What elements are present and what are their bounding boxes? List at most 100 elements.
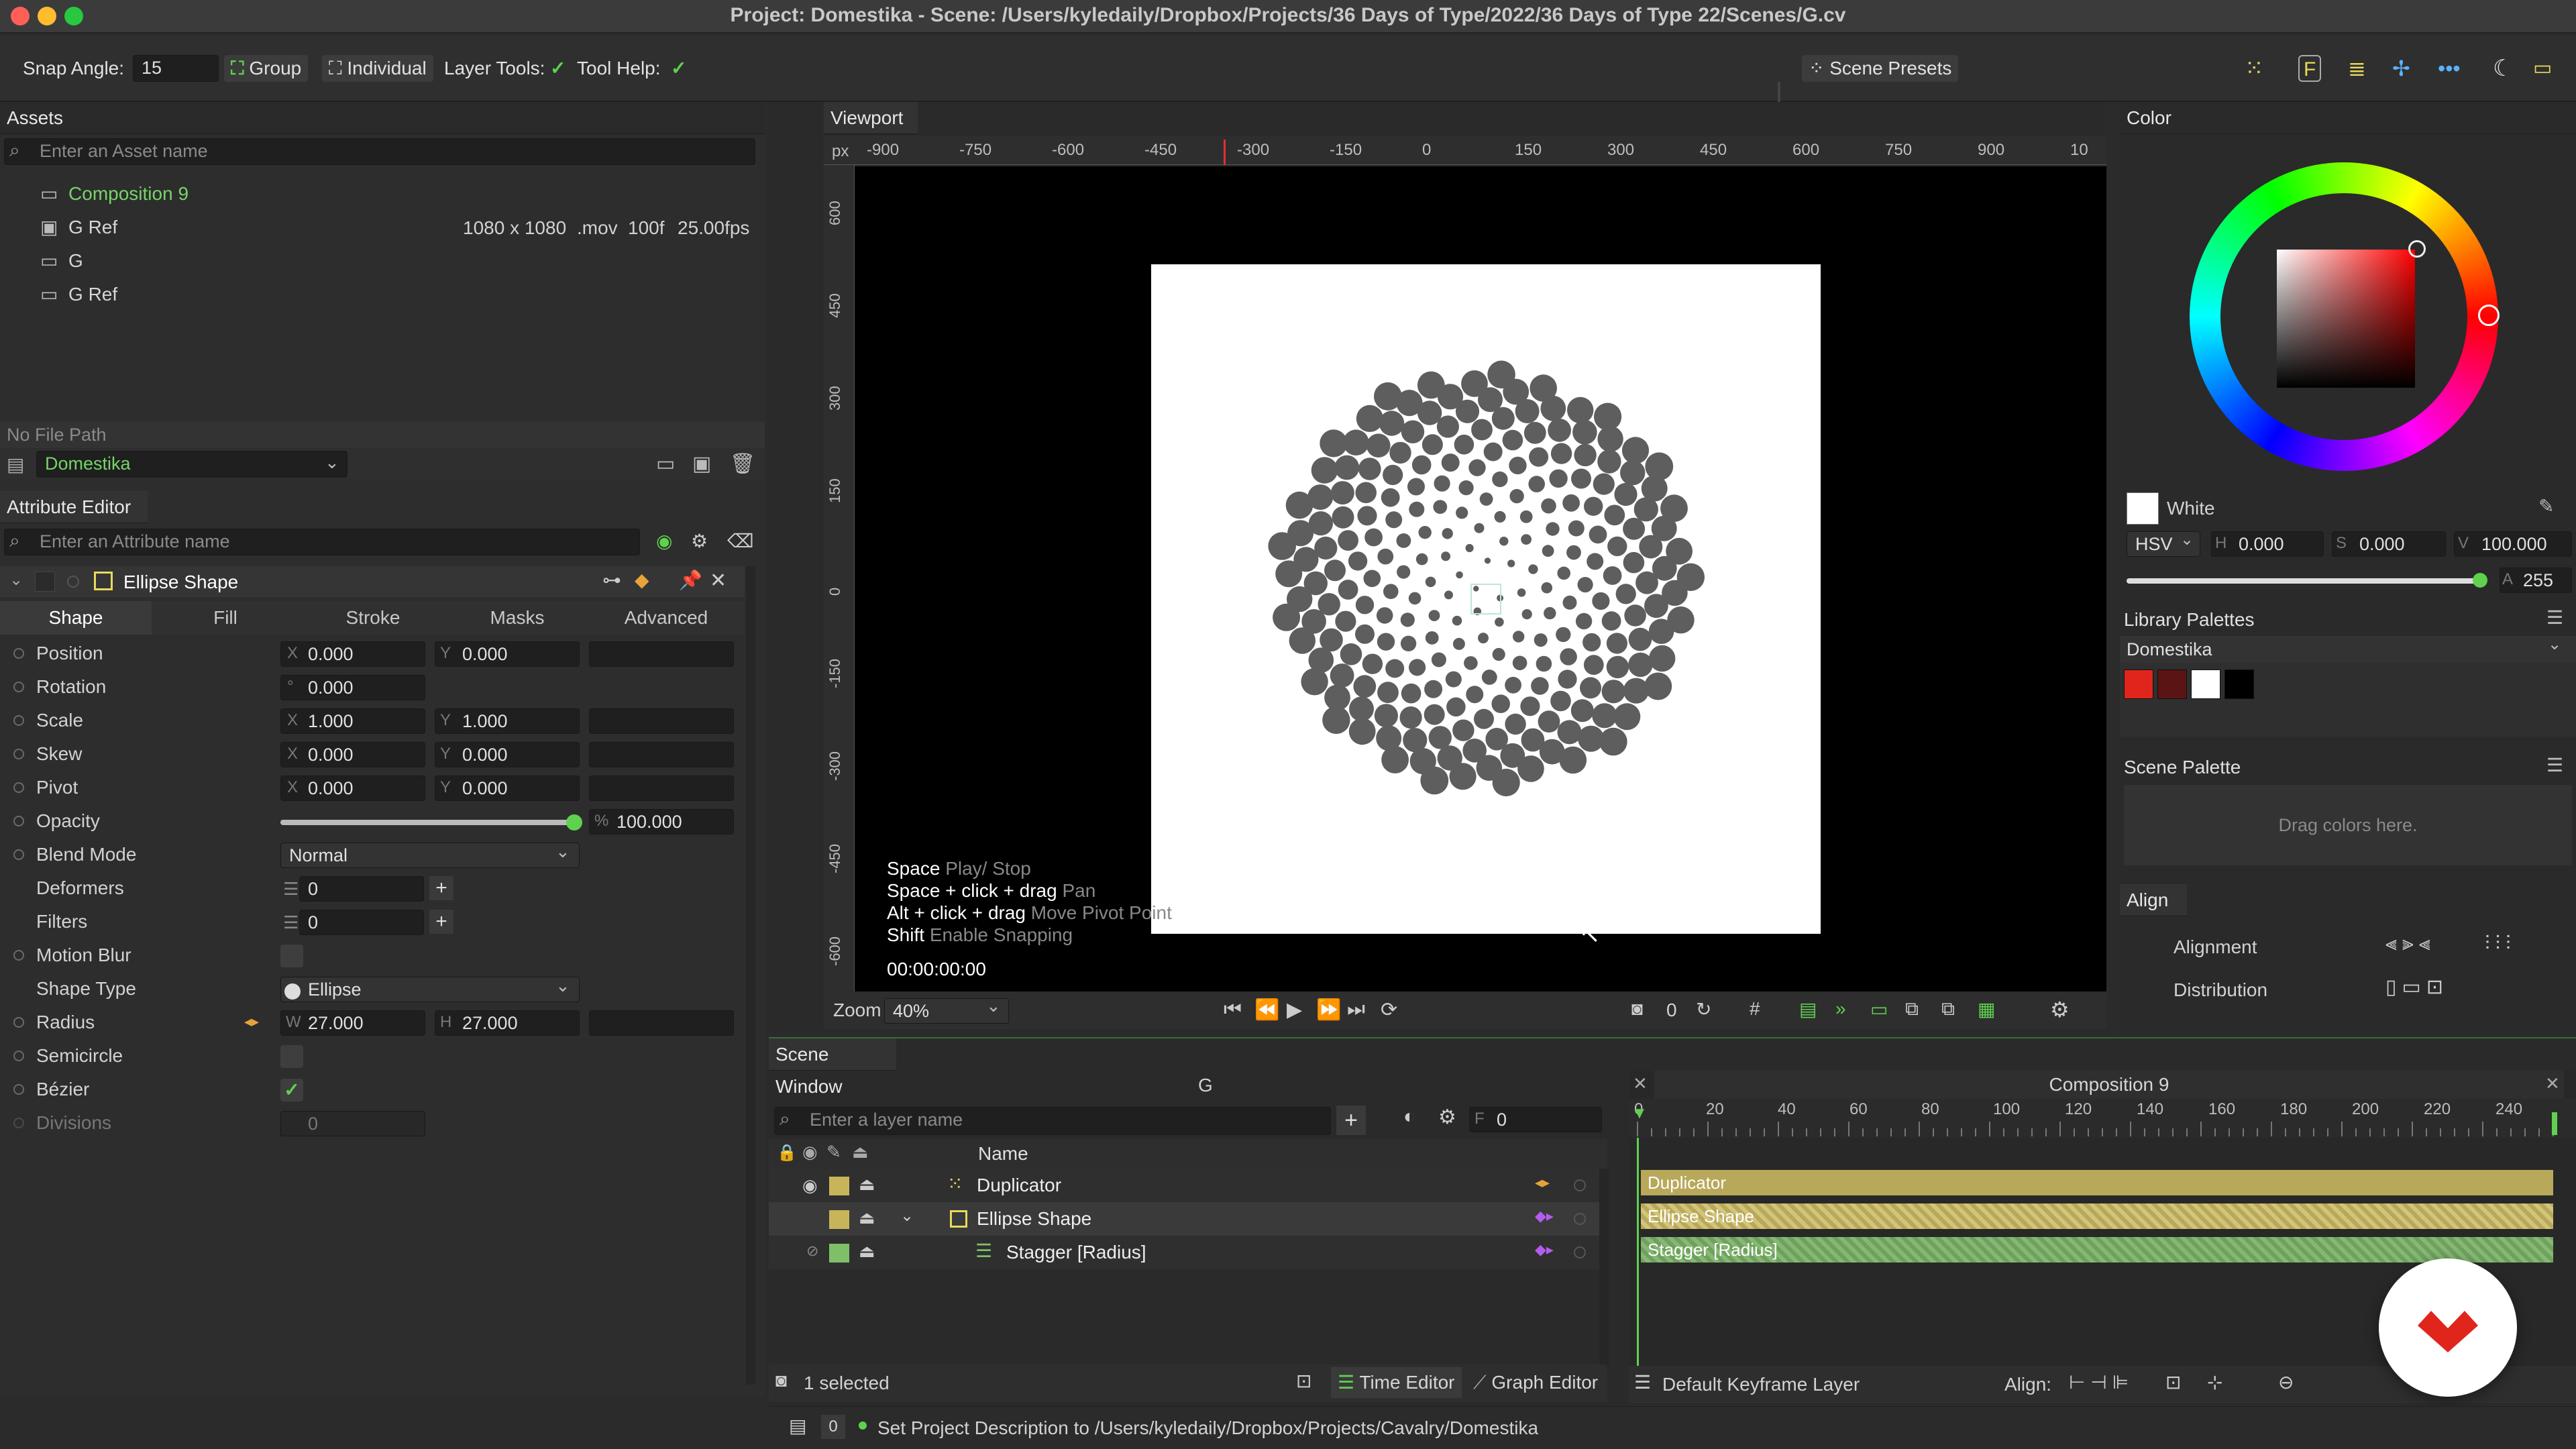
hue-handle[interactable] [2478,305,2500,326]
add-filter-button[interactable]: + [429,910,453,934]
skew-x-input[interactable]: 0.000 [280,742,425,767]
opacity-slider-track[interactable] [280,814,582,830]
align-vertical-icons[interactable]: ⫶⫶⫶ [2485,932,2516,955]
individual-toggle[interactable]: ⛶ Individual [322,55,433,82]
layer-color-chip[interactable] [35,572,55,592]
guides-icon[interactable]: ▤ [1799,998,1817,1020]
keyframe-connection-icon[interactable]: ◆▸ [1535,1208,1554,1225]
layer-color-chip[interactable] [829,1210,849,1229]
overlay-icon[interactable]: ⧉ [1905,998,1919,1020]
keyframe-toggle[interactable] [13,648,24,659]
tool-help-icon[interactable]: F [2298,55,2322,82]
path-dots-icon[interactable]: ••• [2438,55,2461,82]
alpha-slider-handle[interactable] [2473,573,2487,588]
visibility-icon[interactable]: ◉ [802,1175,818,1196]
shapes-filter-icon[interactable]: ◐ [1403,1106,1415,1128]
timeline-align-icons[interactable]: ⊢⊣⊫ [2069,1371,2134,1393]
layer-tools-checkbox[interactable]: ✓ [550,55,566,82]
keyframe-toggle[interactable] [13,950,24,961]
tab-shape[interactable]: Shape [0,601,152,635]
palette-swatch[interactable] [2191,669,2220,699]
graph-editor-button[interactable]: ⟋ Graph Editor [1466,1367,1605,1398]
pen-icon[interactable]: ✎ [826,1142,841,1163]
align-bars-icon[interactable]: ≣ [2348,55,2366,82]
filter-icon[interactable]: ⚙ [691,530,708,552]
step-forward-icon[interactable]: ⏩ [1316,998,1341,1022]
track-ellipse-shape[interactable]: Ellipse Shape [1641,1203,2553,1229]
radius-w-input[interactable]: 27.000 [280,1010,425,1036]
layer-search-input[interactable]: Enter a layer name [774,1107,1331,1135]
saturation-input[interactable]: 0.000 [2332,531,2446,557]
attribute-editor-tab[interactable]: Attribute Editor [0,491,148,523]
new-composition-icon[interactable]: ▣ [692,452,711,476]
viewport-canvas[interactable]: Space Play/ Stop Space + click + drag Pa… [855,166,2106,991]
eyedropper-icon[interactable]: ✎ [2538,495,2554,517]
scene-palette-dropzone[interactable]: Drag colors here. [2124,785,2572,865]
visibility-icon[interactable]: ◉ [802,1142,818,1163]
layer-row-stagger-radius[interactable]: ⊘ ⏏ ☰ Stagger [Radius] ◆▸ [769,1236,1607,1269]
solo-toggle[interactable] [1574,1246,1586,1258]
radius-h-input[interactable]: 27.000 [435,1010,580,1036]
solo-toggle[interactable] [1574,1213,1586,1225]
render-icon[interactable]: ⏏ [859,1174,875,1195]
position-z-input[interactable] [589,641,734,667]
close-icon[interactable]: ✕ [2545,1073,2560,1094]
render-icon[interactable]: ⏏ [859,1208,875,1228]
solo-toggle[interactable] [1574,1179,1586,1191]
palette-swatch[interactable] [2124,669,2153,699]
skew-y-input[interactable]: 0.000 [435,742,580,767]
keyframe-toggle[interactable] [13,1051,24,1061]
selection-bounding-box[interactable] [1470,584,1501,614]
distribute-icons[interactable]: ▯▭⊡ [2385,975,2449,999]
blend-mode-select[interactable]: Normal [280,843,580,868]
library-palette-select[interactable]: Domestika [2120,636,2576,663]
scene-presets-button[interactable]: ⁘ Scene Presets [1802,55,1959,82]
layer-row-ellipse-shape[interactable]: ⏏ ⌄ Ellipse Shape ◆▸ [769,1202,1607,1236]
layer-options-icon[interactable]: ⊶ [602,569,621,591]
keyframe-toggle[interactable] [13,816,24,826]
asset-search-input[interactable]: Enter an Asset name [4,138,755,165]
value-input[interactable]: 100.000 [2454,531,2572,557]
trash-icon[interactable]: 🗑 [730,452,755,476]
layer-color-chip[interactable] [829,1244,849,1263]
attribute-search-input[interactable]: Enter an Attribute name [4,529,640,555]
pivot-z-input[interactable] [589,775,734,801]
rotation-input[interactable]: 0.000 [280,675,425,700]
align-tab[interactable]: Align [2120,884,2187,916]
layout-icon[interactable]: ▭ [2533,55,2552,82]
viewport-tab[interactable]: Viewport [824,102,918,134]
scale-x-input[interactable]: 1.000 [280,708,425,734]
refresh-icon[interactable]: ◉ [656,530,672,552]
render-icon[interactable]: ⏏ [859,1241,875,1262]
render-icon[interactable]: ⏏ [852,1142,869,1163]
close-icon[interactable]: ✕ [710,569,727,592]
asset-item-g-ref-movie[interactable]: ▣ G Ref [40,211,117,244]
skip-to-start-icon[interactable]: ⏮ [1224,998,1242,1021]
tab-masks[interactable]: Masks [447,601,588,635]
asset-item-composition[interactable]: ▭ Composition 9 [40,177,189,211]
tool-help-checkbox[interactable]: ✓ [671,55,686,82]
color-picker-handle[interactable] [2408,240,2426,258]
keyframe-layer-select[interactable]: Default Keyframe Layer [1662,1374,1860,1395]
skew-z-input[interactable] [589,742,734,767]
distribute-icon[interactable]: ✢ [2392,55,2410,82]
keyframe-toggle[interactable] [13,1118,24,1128]
motion-blur-checkbox[interactable] [280,945,303,967]
position-y-input[interactable]: 0.000 [435,641,580,667]
tab-advanced[interactable]: Advanced [588,601,745,635]
scale-y-input[interactable]: 1.000 [435,708,580,734]
layer-row-duplicator[interactable]: ◉ ⏏ ⁙ Duplicator ◂▸ [769,1169,1607,1202]
tab-stroke[interactable]: Stroke [299,601,447,635]
project-select[interactable]: Domestika [36,451,347,478]
layer-color-chip[interactable] [829,1177,849,1195]
grid-dots-icon[interactable]: ⁙ [2245,55,2264,82]
palette-swatch[interactable] [2224,669,2254,699]
scale-z-input[interactable] [589,708,734,734]
keyframe-toggle[interactable] [13,749,24,759]
camera-icon[interactable]: ◙ [1631,998,1643,1020]
bezier-checkbox[interactable]: ✓ [280,1079,303,1102]
pivot-y-input[interactable]: 0.000 [435,775,580,801]
arc-icon[interactable]: ☾ [2493,55,2513,82]
snap-angle-input[interactable]: 15 [133,55,219,82]
tab-fill[interactable]: Fill [152,601,299,635]
